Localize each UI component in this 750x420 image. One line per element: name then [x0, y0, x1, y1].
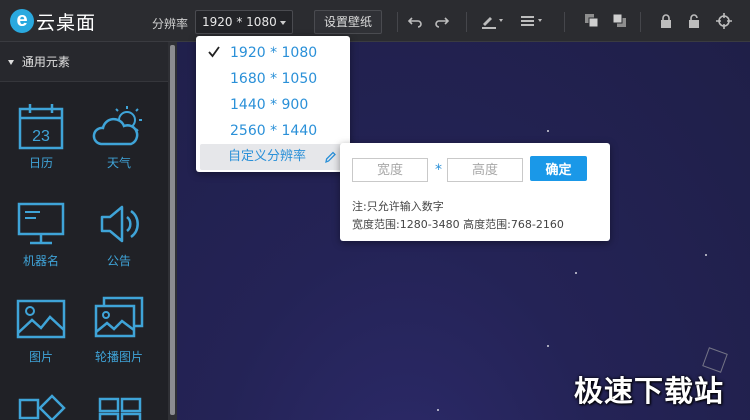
resolution-label: 分辨率: [152, 17, 189, 31]
checkmark-icon: [208, 46, 220, 58]
image-icon: [16, 299, 66, 339]
top-toolbar: e 云桌面 分辨率 1920 * 1080 设置壁纸: [0, 0, 750, 42]
widget-label: 轮播图片: [94, 350, 143, 364]
sidebar-scrollbar-thumb[interactable]: [170, 45, 175, 415]
app-logo: e 云桌面: [10, 8, 96, 34]
caret-down-icon: [8, 60, 14, 65]
resolution-option-label: 2560 * 1440: [230, 123, 318, 139]
watermark: 极速下载站: [574, 374, 725, 408]
undo-icon[interactable]: [407, 13, 423, 29]
widget-label: 公告: [106, 254, 131, 268]
input-note: 注:只允许输入数字: [352, 200, 444, 213]
grid-layout-icon[interactable]: [98, 396, 142, 420]
resolution-option[interactable]: 1920 * 1080: [196, 40, 350, 66]
range-note: 宽度范围:1280-3480 高度范围:768-2160: [352, 218, 564, 231]
resolution-option-label: 1440 * 900: [230, 97, 309, 113]
resolution-dropdown: 1920 * 1080 1680 * 1050 1440 * 900 2560 …: [196, 36, 350, 172]
resolution-select-value: 1920 * 1080: [202, 15, 277, 29]
set-wallpaper-button[interactable]: 设置壁纸: [314, 10, 382, 34]
logo-e-icon: e: [10, 9, 34, 33]
widget-calendar[interactable]: 23 日历: [6, 102, 76, 182]
sidebar-section-title: 通用元素: [21, 55, 70, 69]
height-input[interactable]: [447, 158, 523, 182]
line-style-icon[interactable]: [520, 13, 546, 29]
resolution-option[interactable]: 2560 * 1440: [196, 118, 350, 144]
widget-announcement[interactable]: 公告: [84, 200, 154, 280]
toolbar-divider: [466, 12, 467, 32]
calendar-icon: 23: [18, 104, 64, 150]
chevron-down-icon: [280, 21, 286, 25]
redo-icon[interactable]: [434, 13, 450, 29]
speaker-icon: [100, 205, 139, 243]
custom-resolution-label: 自定义分辨率: [228, 149, 307, 164]
canvas-star: [705, 254, 707, 256]
monitor-icon: [17, 202, 65, 245]
widget-machine-name[interactable]: 机器名: [6, 200, 76, 280]
canvas-star: [547, 130, 549, 132]
lock-icon[interactable]: [658, 13, 674, 29]
resolution-option[interactable]: 1440 * 900: [196, 92, 350, 118]
toolbar-divider: [640, 12, 641, 32]
widget-image[interactable]: 图片: [6, 296, 76, 376]
multiply-sign: *: [435, 162, 442, 178]
target-icon[interactable]: [716, 13, 732, 29]
calendar-day: 23: [32, 128, 50, 145]
widget-label: 天气: [106, 156, 131, 170]
resolution-option-label: 1920 * 1080: [230, 45, 318, 61]
custom-resolution-popup: * 确定 注:只允许输入数字 宽度范围:1280-3480 高度范围:768-2…: [340, 143, 610, 241]
pencil-icon: [325, 151, 336, 164]
custom-resolution-option[interactable]: 自定义分辨率: [200, 144, 346, 170]
toolbar-divider: [564, 12, 565, 32]
widget-label: 图片: [28, 350, 53, 364]
bring-forward-icon[interactable]: [584, 13, 600, 29]
sidebar-section-header[interactable]: 通用元素: [0, 42, 168, 82]
resolution-select[interactable]: 1920 * 1080: [195, 10, 293, 34]
toolbar-divider: [397, 12, 398, 32]
widget-carousel[interactable]: 轮播图片: [84, 296, 154, 376]
send-backward-icon[interactable]: [612, 13, 628, 29]
resolution-option-label: 1680 * 1050: [230, 71, 318, 87]
unlock-icon[interactable]: [686, 13, 702, 29]
confirm-button[interactable]: 确定: [530, 156, 587, 181]
width-input[interactable]: [352, 158, 428, 182]
carousel-icon: [94, 296, 144, 338]
widget-label: 机器名: [22, 254, 59, 268]
canvas-star: [547, 345, 549, 347]
widget-weather[interactable]: 天气: [84, 102, 154, 182]
resolution-option[interactable]: 1680 * 1050: [196, 66, 350, 92]
pen-color-icon[interactable]: [481, 13, 505, 29]
widget-label: 日历: [28, 156, 53, 170]
app-title: 云桌面: [36, 11, 97, 34]
canvas-star: [437, 409, 439, 411]
canvas-star: [575, 272, 577, 274]
weather-icon: [92, 106, 142, 146]
element-sidebar: 通用元素 23 日历 天气 机器名 公告 图片 轮播图片: [0, 42, 168, 420]
shapes-icon[interactable]: [18, 394, 66, 420]
